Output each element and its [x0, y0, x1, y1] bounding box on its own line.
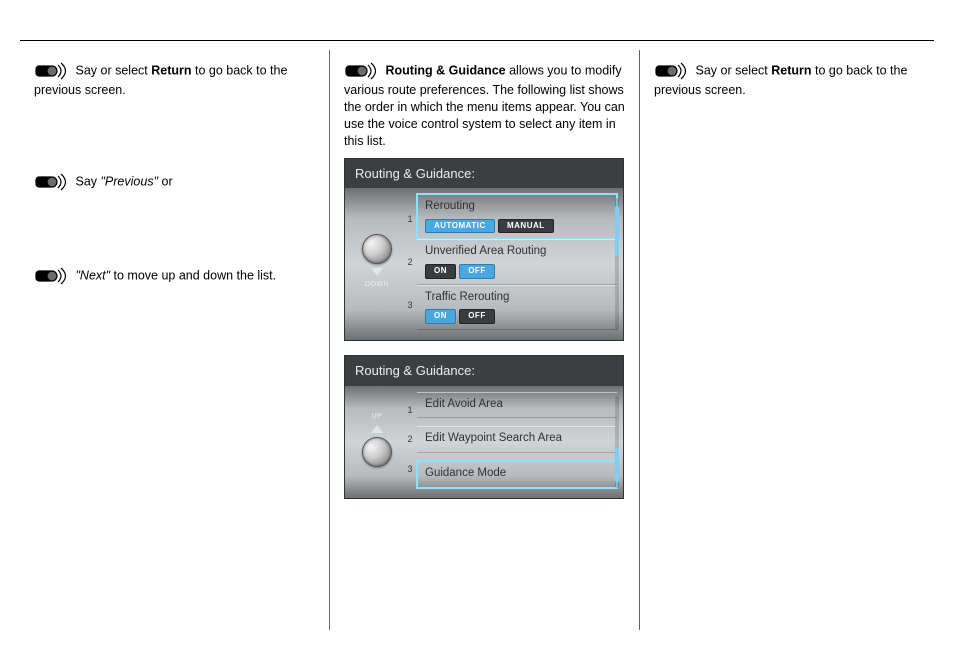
chevron-down-icon[interactable] — [371, 268, 383, 276]
rotary-knob[interactable] — [362, 437, 392, 467]
option-pill-automatic[interactable]: AUTOMATIC — [425, 219, 495, 234]
italic-text: "Next" — [75, 268, 110, 282]
menu-item-edit-waypoint-search-area[interactable]: Edit Waypoint Search Area — [417, 426, 617, 453]
row-number: 1 — [407, 213, 412, 225]
col1-line-2-text: Say "Previous" or — [75, 174, 172, 188]
panel-scrollbar[interactable] — [615, 396, 619, 488]
routing-guidance-panel-2: Routing & Guidance: UP 1 2 3 Edit A — [344, 355, 624, 499]
col3-line-1-text: Say or select Return to go back to the p… — [654, 63, 907, 97]
option-pill-on[interactable]: ON — [425, 309, 456, 324]
menu-item-traffic-rerouting[interactable]: Traffic Rerouting ON OFF — [417, 285, 617, 330]
top-rule — [20, 40, 934, 41]
col2-intro-line: Routing & Guidance allows you to modify … — [344, 60, 625, 150]
row-number: 1 — [407, 404, 412, 416]
column-3: Say or select Return to go back to the p… — [640, 50, 934, 630]
row-number: 2 — [407, 256, 412, 268]
col1-line-2: Say "Previous" or — [34, 171, 315, 193]
col1-line-3: "Next" to move up and down the list. — [34, 265, 315, 287]
voice-command-icon — [34, 60, 68, 82]
menu-item-unverified-area-routing[interactable]: Unverified Area Routing ON OFF — [417, 239, 617, 284]
menu-item-label: Rerouting — [425, 199, 609, 215]
option-pill-off[interactable]: OFF — [459, 264, 495, 279]
menu-item-rerouting[interactable]: Rerouting AUTOMATIC MANUAL — [417, 194, 617, 239]
scroll-thumb[interactable] — [615, 206, 619, 256]
bold-text: Return — [151, 63, 191, 77]
text: to move up and down the list. — [110, 268, 276, 282]
row-number: 3 — [407, 299, 412, 311]
col2-intro-text: Routing & Guidance allows you to modify … — [344, 63, 625, 147]
bold-text: Routing & Guidance — [385, 63, 505, 77]
voice-command-icon — [344, 60, 378, 82]
pill-row: ON OFF — [425, 308, 609, 324]
panel-scrollbar[interactable] — [615, 198, 619, 330]
text: Say or select — [75, 63, 151, 77]
menu-item-label: Edit Waypoint Search Area — [425, 431, 609, 447]
menu-item-label: Edit Avoid Area — [425, 397, 609, 413]
scroll-thumb[interactable] — [615, 447, 619, 482]
panel-2-knob-column: UP — [351, 392, 403, 488]
menu-item-label: Guidance Mode — [425, 466, 609, 482]
panel-1-title: Routing & Guidance: — [345, 159, 623, 189]
col1-line-1: Say or select Return to go back to the p… — [34, 60, 315, 99]
bold-text: Return — [771, 63, 811, 77]
voice-command-icon — [34, 171, 68, 193]
voice-command-icon — [654, 60, 688, 82]
row-number: 3 — [407, 463, 412, 475]
row-number: 2 — [407, 433, 412, 445]
text: or — [158, 174, 173, 188]
arrow-label: DOWN — [365, 280, 389, 289]
pill-row: ON OFF — [425, 263, 609, 279]
panel-1-items: Rerouting AUTOMATIC MANUAL Unverified Ar… — [417, 194, 617, 330]
panel-1-body: DOWN 1 2 3 Rerouting AUTOMATIC MANUAL — [345, 188, 623, 340]
menu-item-edit-avoid-area[interactable]: Edit Avoid Area — [417, 392, 617, 419]
panel-2-body: UP 1 2 3 Edit Avoid Area Ed — [345, 386, 623, 498]
routing-guidance-panel-1: Routing & Guidance: DOWN 1 2 3 Rero — [344, 158, 624, 341]
panel-2-index-column: 1 2 3 — [403, 392, 417, 488]
menu-item-label: Unverified Area Routing — [425, 244, 609, 260]
col1-line-1-text: Say or select Return to go back to the p… — [34, 63, 287, 97]
panel-2-items: Edit Avoid Area Edit Waypoint Search Are… — [417, 392, 617, 488]
column-2: Routing & Guidance allows you to modify … — [330, 50, 640, 630]
panel-1-knob-column: DOWN — [351, 194, 403, 330]
text: Say — [75, 174, 100, 188]
menu-item-label: Traffic Rerouting — [425, 290, 609, 306]
menu-item-guidance-mode[interactable]: Guidance Mode — [417, 461, 617, 488]
italic-text: "Previous" — [101, 174, 159, 188]
voice-command-icon — [34, 265, 68, 287]
panel-2-title: Routing & Guidance: — [345, 356, 623, 386]
arrow-label: UP — [372, 412, 383, 421]
text: Say or select — [695, 63, 771, 77]
chevron-up-icon[interactable] — [371, 425, 383, 433]
col1-line-3-text: "Next" to move up and down the list. — [75, 268, 276, 282]
column-1: Say or select Return to go back to the p… — [20, 50, 330, 630]
option-pill-off[interactable]: OFF — [459, 309, 495, 324]
option-pill-manual[interactable]: MANUAL — [498, 219, 554, 234]
pill-row: AUTOMATIC MANUAL — [425, 218, 609, 234]
option-pill-on[interactable]: ON — [425, 264, 456, 279]
rotary-knob[interactable] — [362, 234, 392, 264]
col3-line-1: Say or select Return to go back to the p… — [654, 60, 920, 99]
panel-1-index-column: 1 2 3 — [403, 194, 417, 330]
